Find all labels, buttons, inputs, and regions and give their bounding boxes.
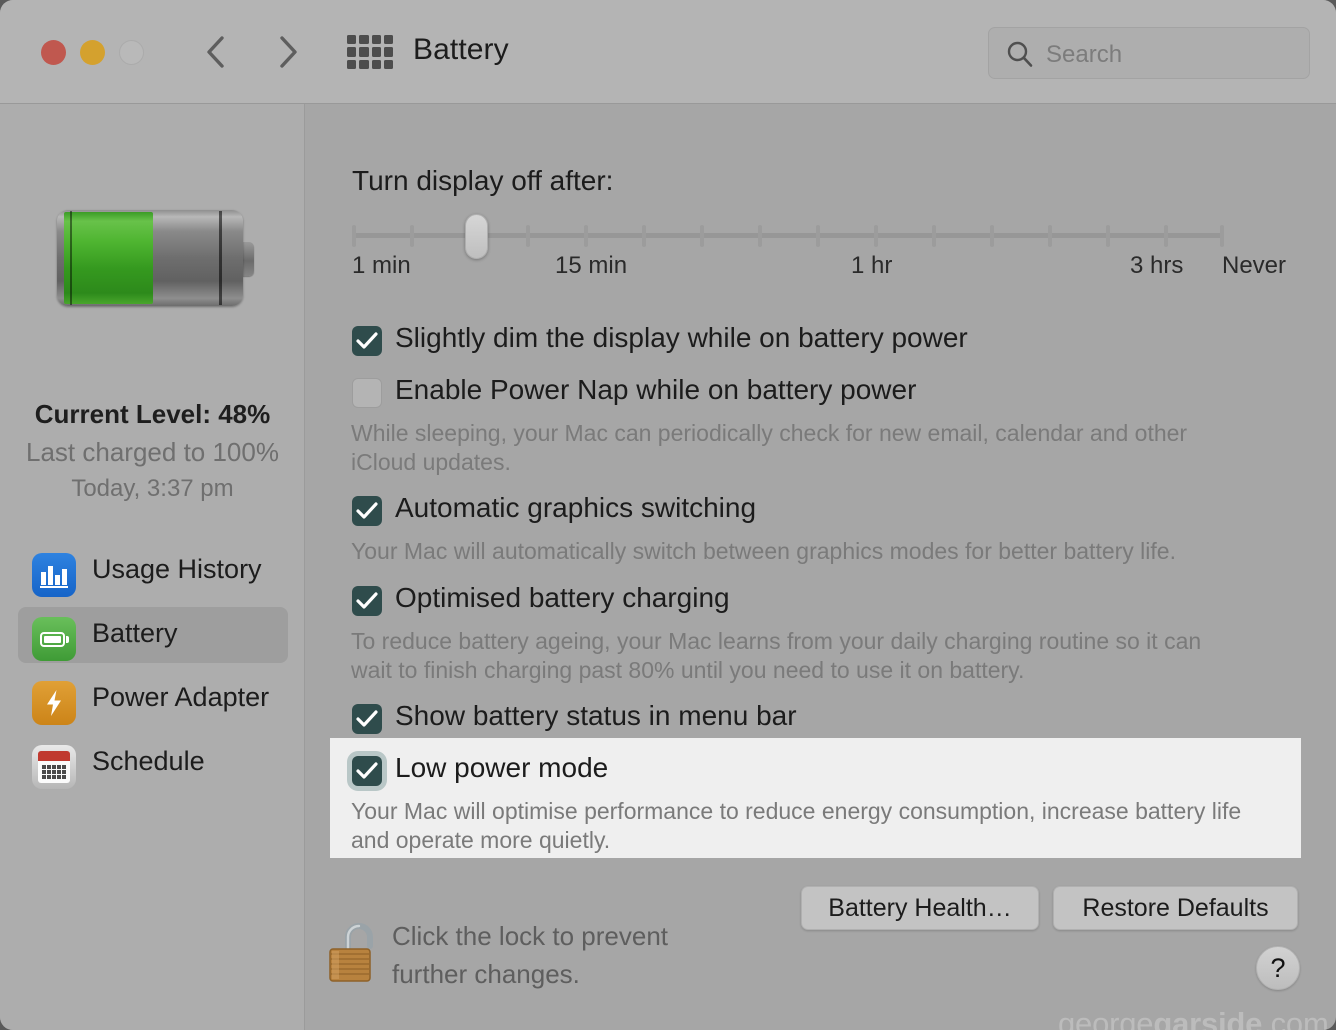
sidebar-item-label: Battery — [92, 618, 178, 648]
battery-large-icon — [57, 210, 254, 306]
sidebar-item-battery[interactable]: Battery — [18, 607, 288, 663]
option-label: Enable Power Nap while on battery power — [395, 374, 917, 405]
slider-tick-label-never: Never — [1222, 252, 1287, 279]
schedule-icon — [32, 745, 76, 789]
slider-tick-label-15min: 15 min — [555, 252, 628, 279]
show-all-grid-icon[interactable] — [347, 35, 393, 69]
checkbox[interactable] — [352, 586, 382, 616]
sidebar-item-power-adapter[interactable]: Power Adapter — [18, 671, 288, 727]
battery-icon — [32, 617, 76, 661]
usage-history-icon — [32, 553, 76, 597]
close-button[interactable] — [41, 40, 66, 65]
sidebar-item-schedule[interactable]: Schedule — [18, 735, 288, 791]
restore-defaults-button[interactable]: Restore Defaults — [1053, 886, 1298, 930]
lock-help-line-2: further changes. — [392, 959, 580, 989]
option-label: Low power mode — [395, 752, 609, 783]
option-description: Your Mac will optimise performance to re… — [351, 798, 1242, 853]
forward-button[interactable] — [270, 30, 306, 74]
chevron-left-icon — [197, 30, 233, 74]
watermark: georgegarside.com — [1058, 1006, 1329, 1030]
unlocked-padlock-icon[interactable] — [328, 916, 384, 986]
search-field[interactable]: Search — [988, 27, 1310, 79]
sidebar-item-label: Schedule — [92, 746, 205, 776]
back-button[interactable] — [197, 30, 233, 74]
minimise-button[interactable] — [80, 40, 105, 65]
lock-help-text: Click the lock to prevent further change… — [392, 917, 668, 993]
option-description: While sleeping, your Mac can periodicall… — [351, 420, 1188, 475]
watermark-bold: garside — [1153, 1006, 1263, 1030]
option-label: Automatic graphics switching — [395, 492, 757, 523]
slider-tick-label-3hrs: 3 hrs — [1130, 252, 1184, 279]
slider-tick-label-1min: 1 min — [352, 252, 411, 279]
checkbox[interactable] — [352, 704, 382, 734]
search-icon — [1006, 40, 1034, 68]
last-charged-time: Today, 3:37 pm — [71, 475, 234, 502]
slider-knob[interactable] — [465, 214, 488, 259]
window-toolbar: Battery Search — [0, 0, 1336, 104]
turn-display-off-slider[interactable] — [352, 214, 1224, 264]
checkbox[interactable] — [352, 378, 382, 408]
search-input-placeholder[interactable]: Search — [1046, 41, 1122, 69]
option-label: Optimised battery charging — [395, 582, 730, 613]
current-level-text: Current Level: 48% — [34, 399, 271, 429]
watermark-prefix: george — [1058, 1006, 1154, 1030]
turn-display-off-label: Turn display off after: — [352, 165, 614, 196]
battery-settings-pane: Turn display off after: 1 min 15 min 1 h… — [306, 104, 1336, 1030]
checkbox[interactable] — [352, 496, 382, 526]
watermark-suffix: .com — [1262, 1006, 1329, 1030]
zoom-button[interactable] — [119, 40, 144, 65]
page-title: Battery — [413, 33, 509, 66]
slider-tick-label-1hr: 1 hr — [851, 252, 893, 279]
battery-health-button[interactable]: Battery Health… — [801, 886, 1039, 930]
system-preferences-window: Battery Search Current Level: 48% Last c… — [0, 0, 1336, 1030]
option-description: To reduce battery ageing, your Mac learn… — [351, 628, 1202, 683]
sidebar-item-label: Power Adapter — [92, 682, 270, 712]
checkbox[interactable] — [352, 756, 382, 786]
sidebar-item-usage-history[interactable]: Usage History — [18, 543, 288, 599]
option-label: Slightly dim the display while on batter… — [395, 322, 968, 353]
last-charged-text: Last charged to 100% — [26, 437, 279, 467]
checkbox[interactable] — [352, 326, 382, 356]
option-label: Show battery status in menu bar — [395, 700, 797, 731]
power-adapter-icon — [32, 681, 76, 725]
sidebar-item-label: Usage History — [92, 554, 262, 584]
sidebar: Current Level: 48% Last charged to 100% … — [0, 104, 305, 1030]
option-description: Your Mac will automatically switch betwe… — [351, 538, 1176, 564]
help-button[interactable]: ? — [1256, 946, 1300, 990]
lock-help-line-1: Click the lock to prevent — [392, 921, 669, 951]
chevron-right-icon — [270, 30, 306, 74]
